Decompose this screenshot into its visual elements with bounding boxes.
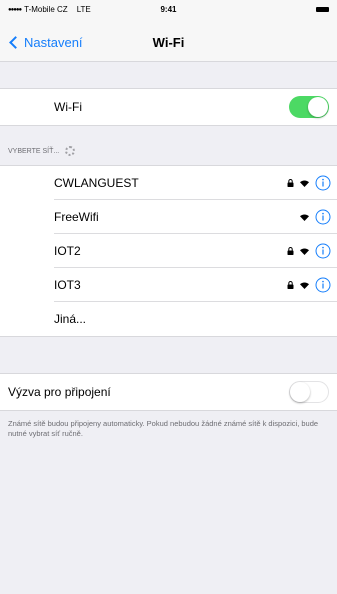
ask-to-join-row: Výzva pro připojení xyxy=(0,374,337,410)
network-icons xyxy=(287,277,331,293)
network-icons xyxy=(287,175,331,191)
ask-to-join-label: Výzva pro připojení xyxy=(8,385,111,399)
network-row-iot2[interactable]: IOT2 xyxy=(0,234,337,268)
network-name: CWLANGUEST xyxy=(54,176,139,190)
lock-icon xyxy=(287,247,294,255)
info-icon[interactable] xyxy=(315,175,331,191)
status-bar: ●●●●● T-Mobile CZ LTE 9:41 xyxy=(0,0,337,20)
info-icon[interactable] xyxy=(315,243,331,259)
wifi-toggle-switch[interactable] xyxy=(289,96,329,118)
network-name: IOT2 xyxy=(54,244,81,258)
lock-icon xyxy=(287,179,294,187)
wifi-signal-icon xyxy=(299,281,310,289)
lock-icon xyxy=(287,281,294,289)
status-time: 9:41 xyxy=(160,5,177,14)
wifi-signal-icon xyxy=(299,247,310,255)
toggle-knob xyxy=(308,97,328,117)
network-row-freewifi[interactable]: FreeWifi xyxy=(0,200,337,234)
wifi-toggle-row: Wi-Fi xyxy=(0,89,337,125)
network-icons xyxy=(287,243,331,259)
wifi-toggle-label: Wi-Fi xyxy=(54,100,82,114)
network-row-iot3[interactable]: IOT3 xyxy=(0,268,337,302)
network-row-cwlanguest[interactable]: CWLANGUEST xyxy=(0,166,337,200)
navigation-bar: ●●●●● T-Mobile CZ LTE 9:41 Nastavení Wi-… xyxy=(0,0,337,62)
loading-spinner-icon xyxy=(65,146,76,156)
wifi-toggle-group: Wi-Fi xyxy=(0,88,337,126)
network-name: FreeWifi xyxy=(54,210,99,224)
toggle-knob xyxy=(290,382,310,402)
ask-to-join-description: Známé sítě budou připojeny automaticky. … xyxy=(8,419,319,439)
other-network-label: Jiná... xyxy=(54,312,87,326)
battery-icon xyxy=(316,7,329,12)
network-list: CWLANGUEST FreeWifi IOT2 IOT3 Jiná... xyxy=(0,165,337,337)
ask-to-join-toggle[interactable] xyxy=(289,381,329,403)
networks-section-title: VYBERTE SÍŤ... xyxy=(8,147,60,155)
ask-to-join-group: Výzva pro připojení xyxy=(0,373,337,411)
info-icon[interactable] xyxy=(315,209,331,225)
network-name: IOT3 xyxy=(54,278,81,292)
network-icons xyxy=(299,209,331,225)
other-network-row[interactable]: Jiná... xyxy=(0,302,337,336)
wifi-signal-icon xyxy=(299,179,310,187)
networks-section-header: VYBERTE SÍŤ... xyxy=(8,146,76,156)
info-icon[interactable] xyxy=(315,277,331,293)
page-title: Wi-Fi xyxy=(152,35,185,50)
wifi-signal-icon xyxy=(299,213,310,221)
